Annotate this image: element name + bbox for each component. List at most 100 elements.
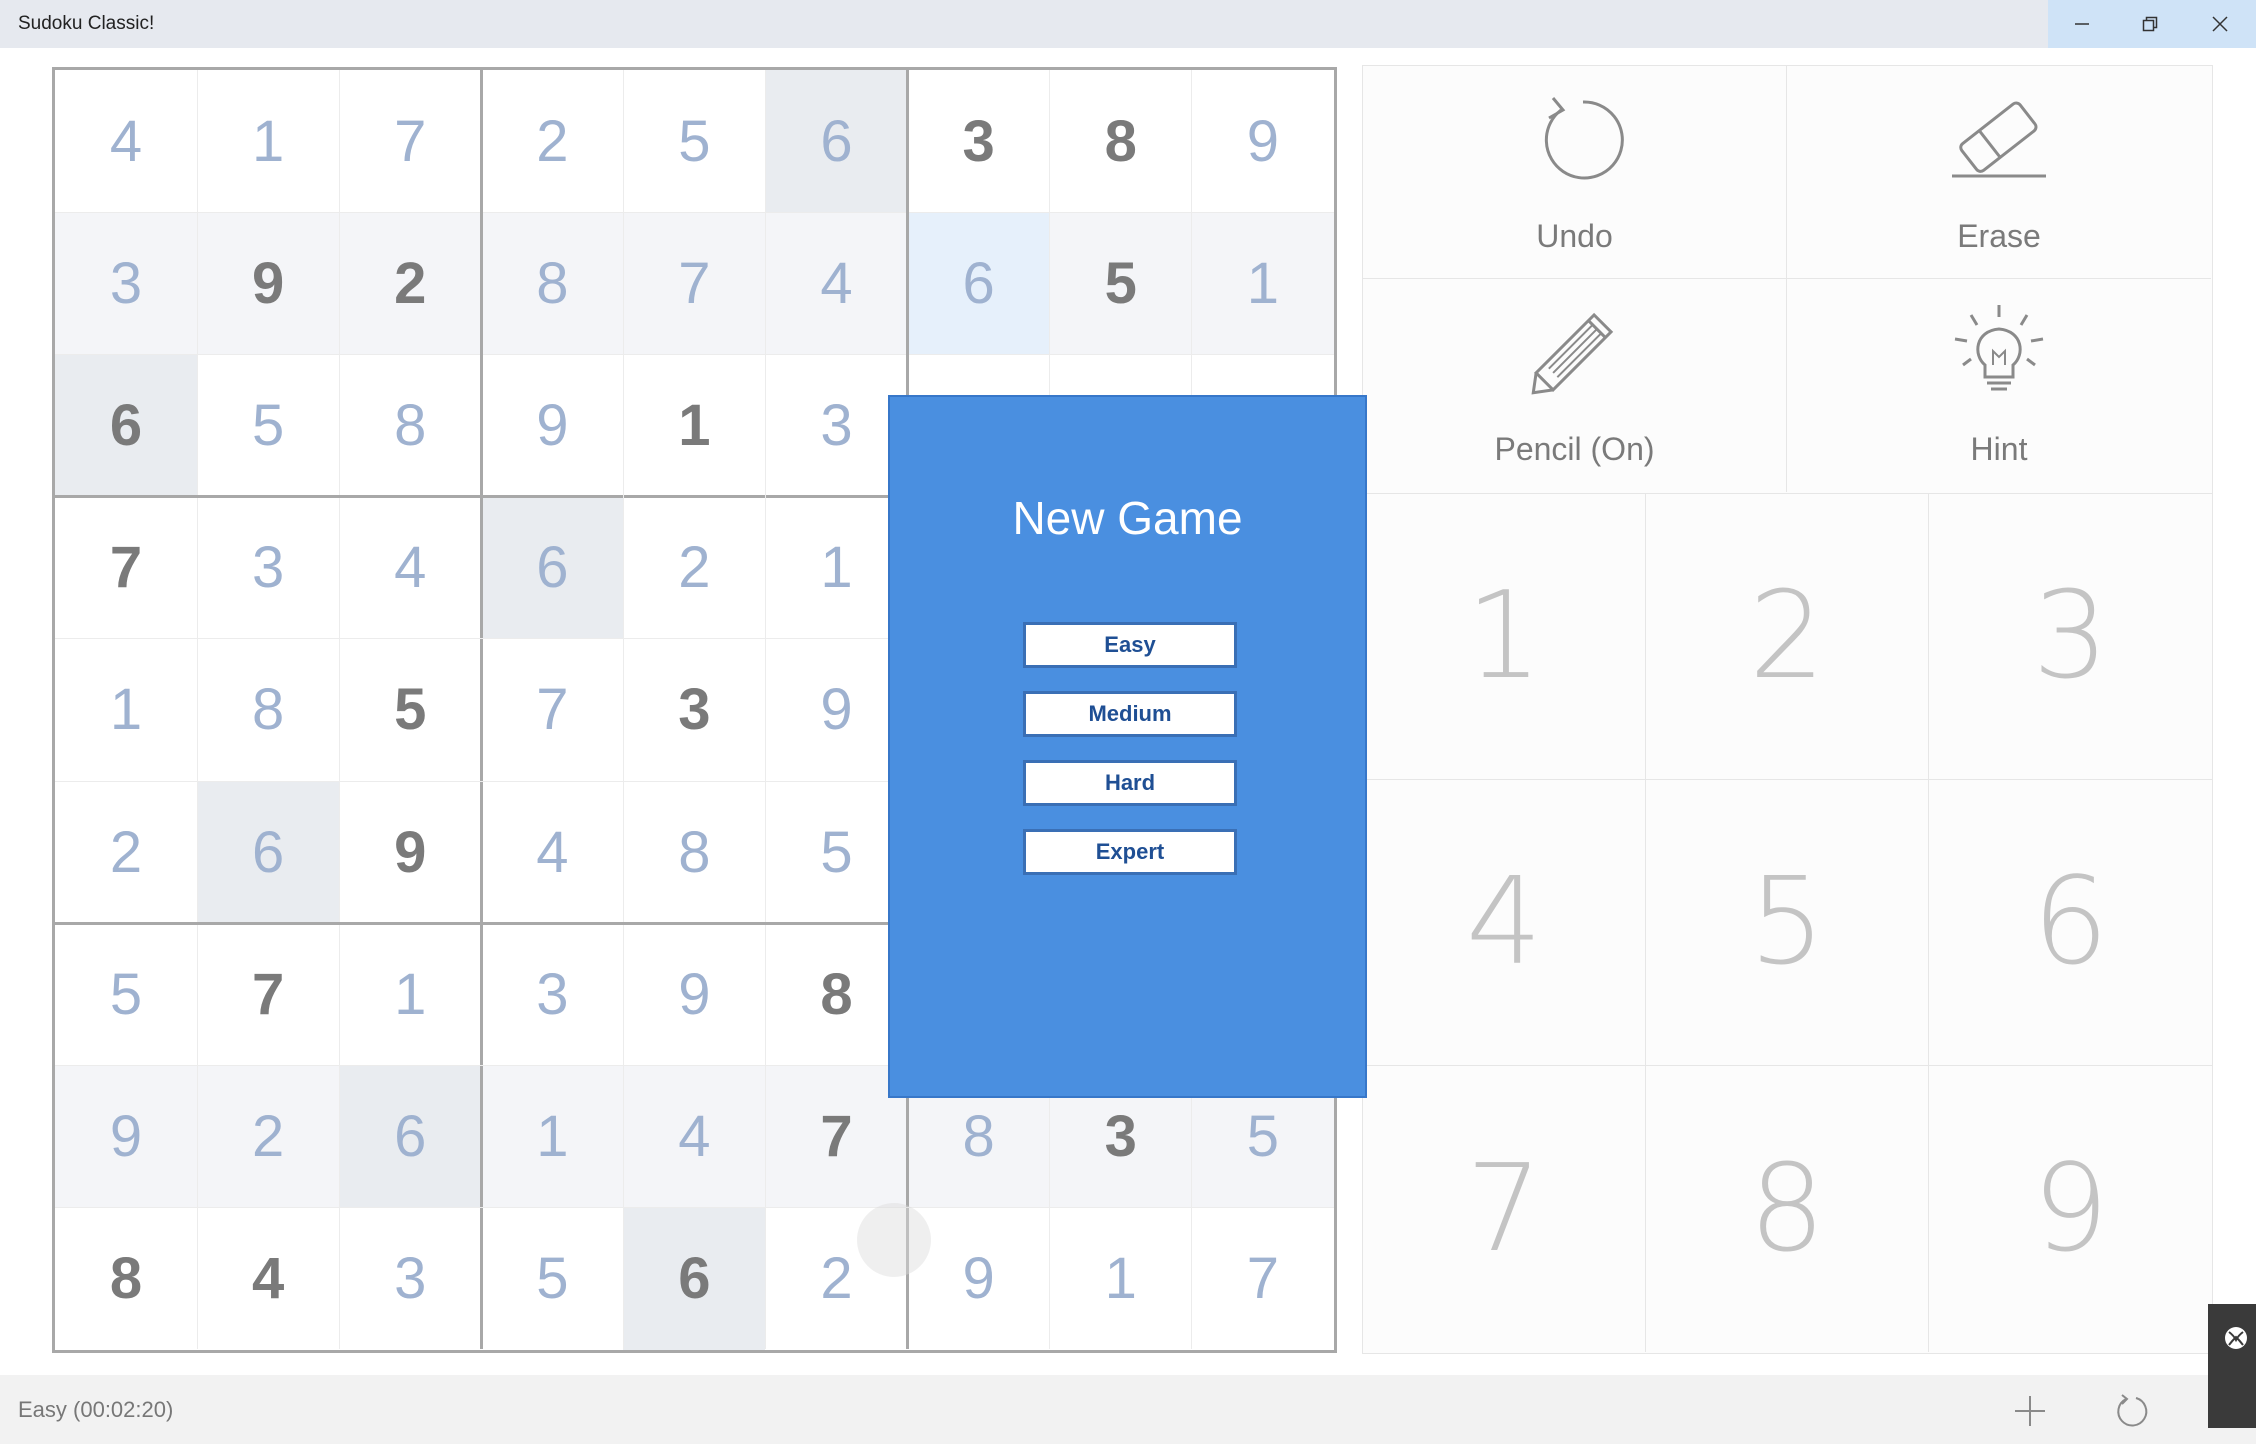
number-button-9[interactable]: 9 [1929,1066,2212,1352]
sudoku-cell-r8c6[interactable]: 7 [765,1065,908,1208]
sudoku-cell-r3c5[interactable]: 1 [623,354,766,497]
touch-indicator [857,1203,931,1277]
xbox-game-bar-tab[interactable] [2208,1304,2256,1428]
number-button-1[interactable]: 1 [1363,494,1646,780]
sudoku-cell-r8c4[interactable]: 1 [481,1065,624,1208]
sudoku-cell-r7c4[interactable]: 3 [481,923,624,1066]
sudoku-cell-r1c3[interactable]: 7 [339,70,482,212]
restart-icon [2117,1394,2148,1427]
sudoku-cell-r6c1[interactable]: 2 [55,781,197,923]
sudoku-cell-r9c3[interactable]: 3 [339,1207,482,1350]
erase-button[interactable]: Erase [1787,66,2211,279]
sudoku-cell-r5c1[interactable]: 1 [55,638,197,781]
sudoku-cell-r2c5[interactable]: 7 [623,212,766,355]
sudoku-cell-r6c3[interactable]: 9 [339,781,482,923]
sudoku-cell-r1c4[interactable]: 2 [481,70,624,212]
sudoku-cell-r9c4[interactable]: 5 [481,1207,624,1350]
sudoku-cell-r8c3[interactable]: 6 [339,1065,482,1208]
hard-button[interactable]: Hard [1023,760,1237,806]
restart-button[interactable] [2110,1389,2154,1433]
sudoku-cell-r1c6[interactable]: 6 [765,70,908,212]
sudoku-cell-r8c1[interactable]: 9 [55,1065,197,1208]
sudoku-cell-r9c1[interactable]: 8 [55,1207,197,1350]
sudoku-cell-r3c1[interactable]: 6 [55,354,197,497]
number-button-8[interactable]: 8 [1646,1066,1929,1352]
sudoku-cell-r3c4[interactable]: 9 [481,354,624,497]
sudoku-cell-r5c3[interactable]: 5 [339,638,482,781]
sudoku-cell-r4c5[interactable]: 2 [623,496,766,639]
undo-label: Undo [1536,218,1613,254]
sudoku-cell-r7c3[interactable]: 1 [339,923,482,1066]
minimize-button[interactable] [2048,0,2116,48]
sudoku-cell-r1c8[interactable]: 8 [1049,70,1192,212]
number-button-6[interactable]: 6 [1929,780,2212,1066]
sudoku-cell-r4c4[interactable]: 6 [481,496,624,639]
sudoku-cell-r7c1[interactable]: 5 [55,923,197,1066]
sudoku-cell-r5c5[interactable]: 3 [623,638,766,781]
sudoku-cell-r4c1[interactable]: 7 [55,496,197,639]
sudoku-cell-r5c4[interactable]: 7 [481,638,624,781]
sudoku-cell-r8c5[interactable]: 4 [623,1065,766,1208]
sudoku-cell-r4c2[interactable]: 3 [197,496,340,639]
title-bar: Sudoku Classic! [0,0,2256,48]
sudoku-cell-r5c6[interactable]: 9 [765,638,908,781]
sudoku-cell-r5c2[interactable]: 8 [197,638,340,781]
undo-button[interactable]: Undo [1363,66,1787,279]
sudoku-cell-r1c2[interactable]: 1 [197,70,340,212]
sudoku-cell-r7c2[interactable]: 7 [197,923,340,1066]
sudoku-cell-r6c6[interactable]: 5 [765,781,908,923]
sudoku-cell-r2c2[interactable]: 9 [197,212,340,355]
number-button-3[interactable]: 3 [1929,494,2212,780]
medium-button[interactable]: Medium [1023,691,1237,737]
grid-line [622,70,624,1349]
hint-button[interactable]: Hint [1787,279,2211,492]
sudoku-cell-r7c6[interactable]: 8 [765,923,908,1066]
sudoku-cell-r6c5[interactable]: 8 [623,781,766,923]
box-divider [479,70,483,1349]
new-game-button[interactable] [2008,1389,2052,1433]
sudoku-cell-r6c4[interactable]: 4 [481,781,624,923]
sudoku-cell-r9c2[interactable]: 4 [197,1207,340,1350]
number-button-2[interactable]: 2 [1646,494,1929,780]
number-button-7[interactable]: 7 [1363,1066,1646,1352]
number-button-5[interactable]: 5 [1646,780,1929,1066]
close-button[interactable] [2184,0,2256,48]
sudoku-cell-r2c8[interactable]: 5 [1049,212,1192,355]
eraser-icon [1952,101,2046,178]
sudoku-cell-r9c8[interactable]: 1 [1049,1207,1192,1350]
sudoku-cell-r4c3[interactable]: 4 [339,496,482,639]
sudoku-cell-r2c1[interactable]: 3 [55,212,197,355]
sudoku-cell-r9c9[interactable]: 7 [1191,1207,1334,1350]
number-button-4[interactable]: 4 [1363,780,1646,1066]
sudoku-cell-r1c1[interactable]: 4 [55,70,197,212]
grid-line [196,70,198,1349]
grid-line [338,70,340,1349]
sudoku-cell-r3c6[interactable]: 3 [765,354,908,497]
sudoku-cell-r7c5[interactable]: 9 [623,923,766,1066]
grid-line [55,211,1334,213]
tool-panel: Undo Erase Pencil (On) Hint [1362,65,2213,494]
expert-button[interactable]: Expert [1023,829,1237,875]
sudoku-cell-r8c2[interactable]: 2 [197,1065,340,1208]
sudoku-cell-r9c5[interactable]: 6 [623,1207,766,1350]
pencil-button[interactable]: Pencil (On) [1363,279,1787,492]
dialog-title: New Game [1012,492,1243,544]
restore-button[interactable] [2116,0,2184,48]
easy-button[interactable]: Easy [1023,622,1237,668]
sudoku-cell-r3c2[interactable]: 5 [197,354,340,497]
hint-label: Hint [1970,431,2028,467]
sudoku-cell-r2c9[interactable]: 1 [1191,212,1334,355]
sudoku-cell-r2c4[interactable]: 8 [481,212,624,355]
sudoku-cell-r6c2[interactable]: 6 [197,781,340,923]
sudoku-cell-r2c6[interactable]: 4 [765,212,908,355]
erase-label: Erase [1957,218,2041,254]
sudoku-cell-r2c3[interactable]: 2 [339,212,482,355]
sudoku-cell-r1c5[interactable]: 5 [623,70,766,212]
undo-icon [1544,97,1624,180]
sudoku-cell-r3c3[interactable]: 8 [339,354,482,497]
sudoku-cell-r4c6[interactable]: 1 [765,496,908,639]
sudoku-cell-r1c9[interactable]: 9 [1191,70,1334,212]
xbox-icon [2225,1327,2247,1349]
sudoku-cell-r1c7[interactable]: 3 [907,70,1050,212]
sudoku-cell-r2c7[interactable]: 6 [907,212,1050,355]
